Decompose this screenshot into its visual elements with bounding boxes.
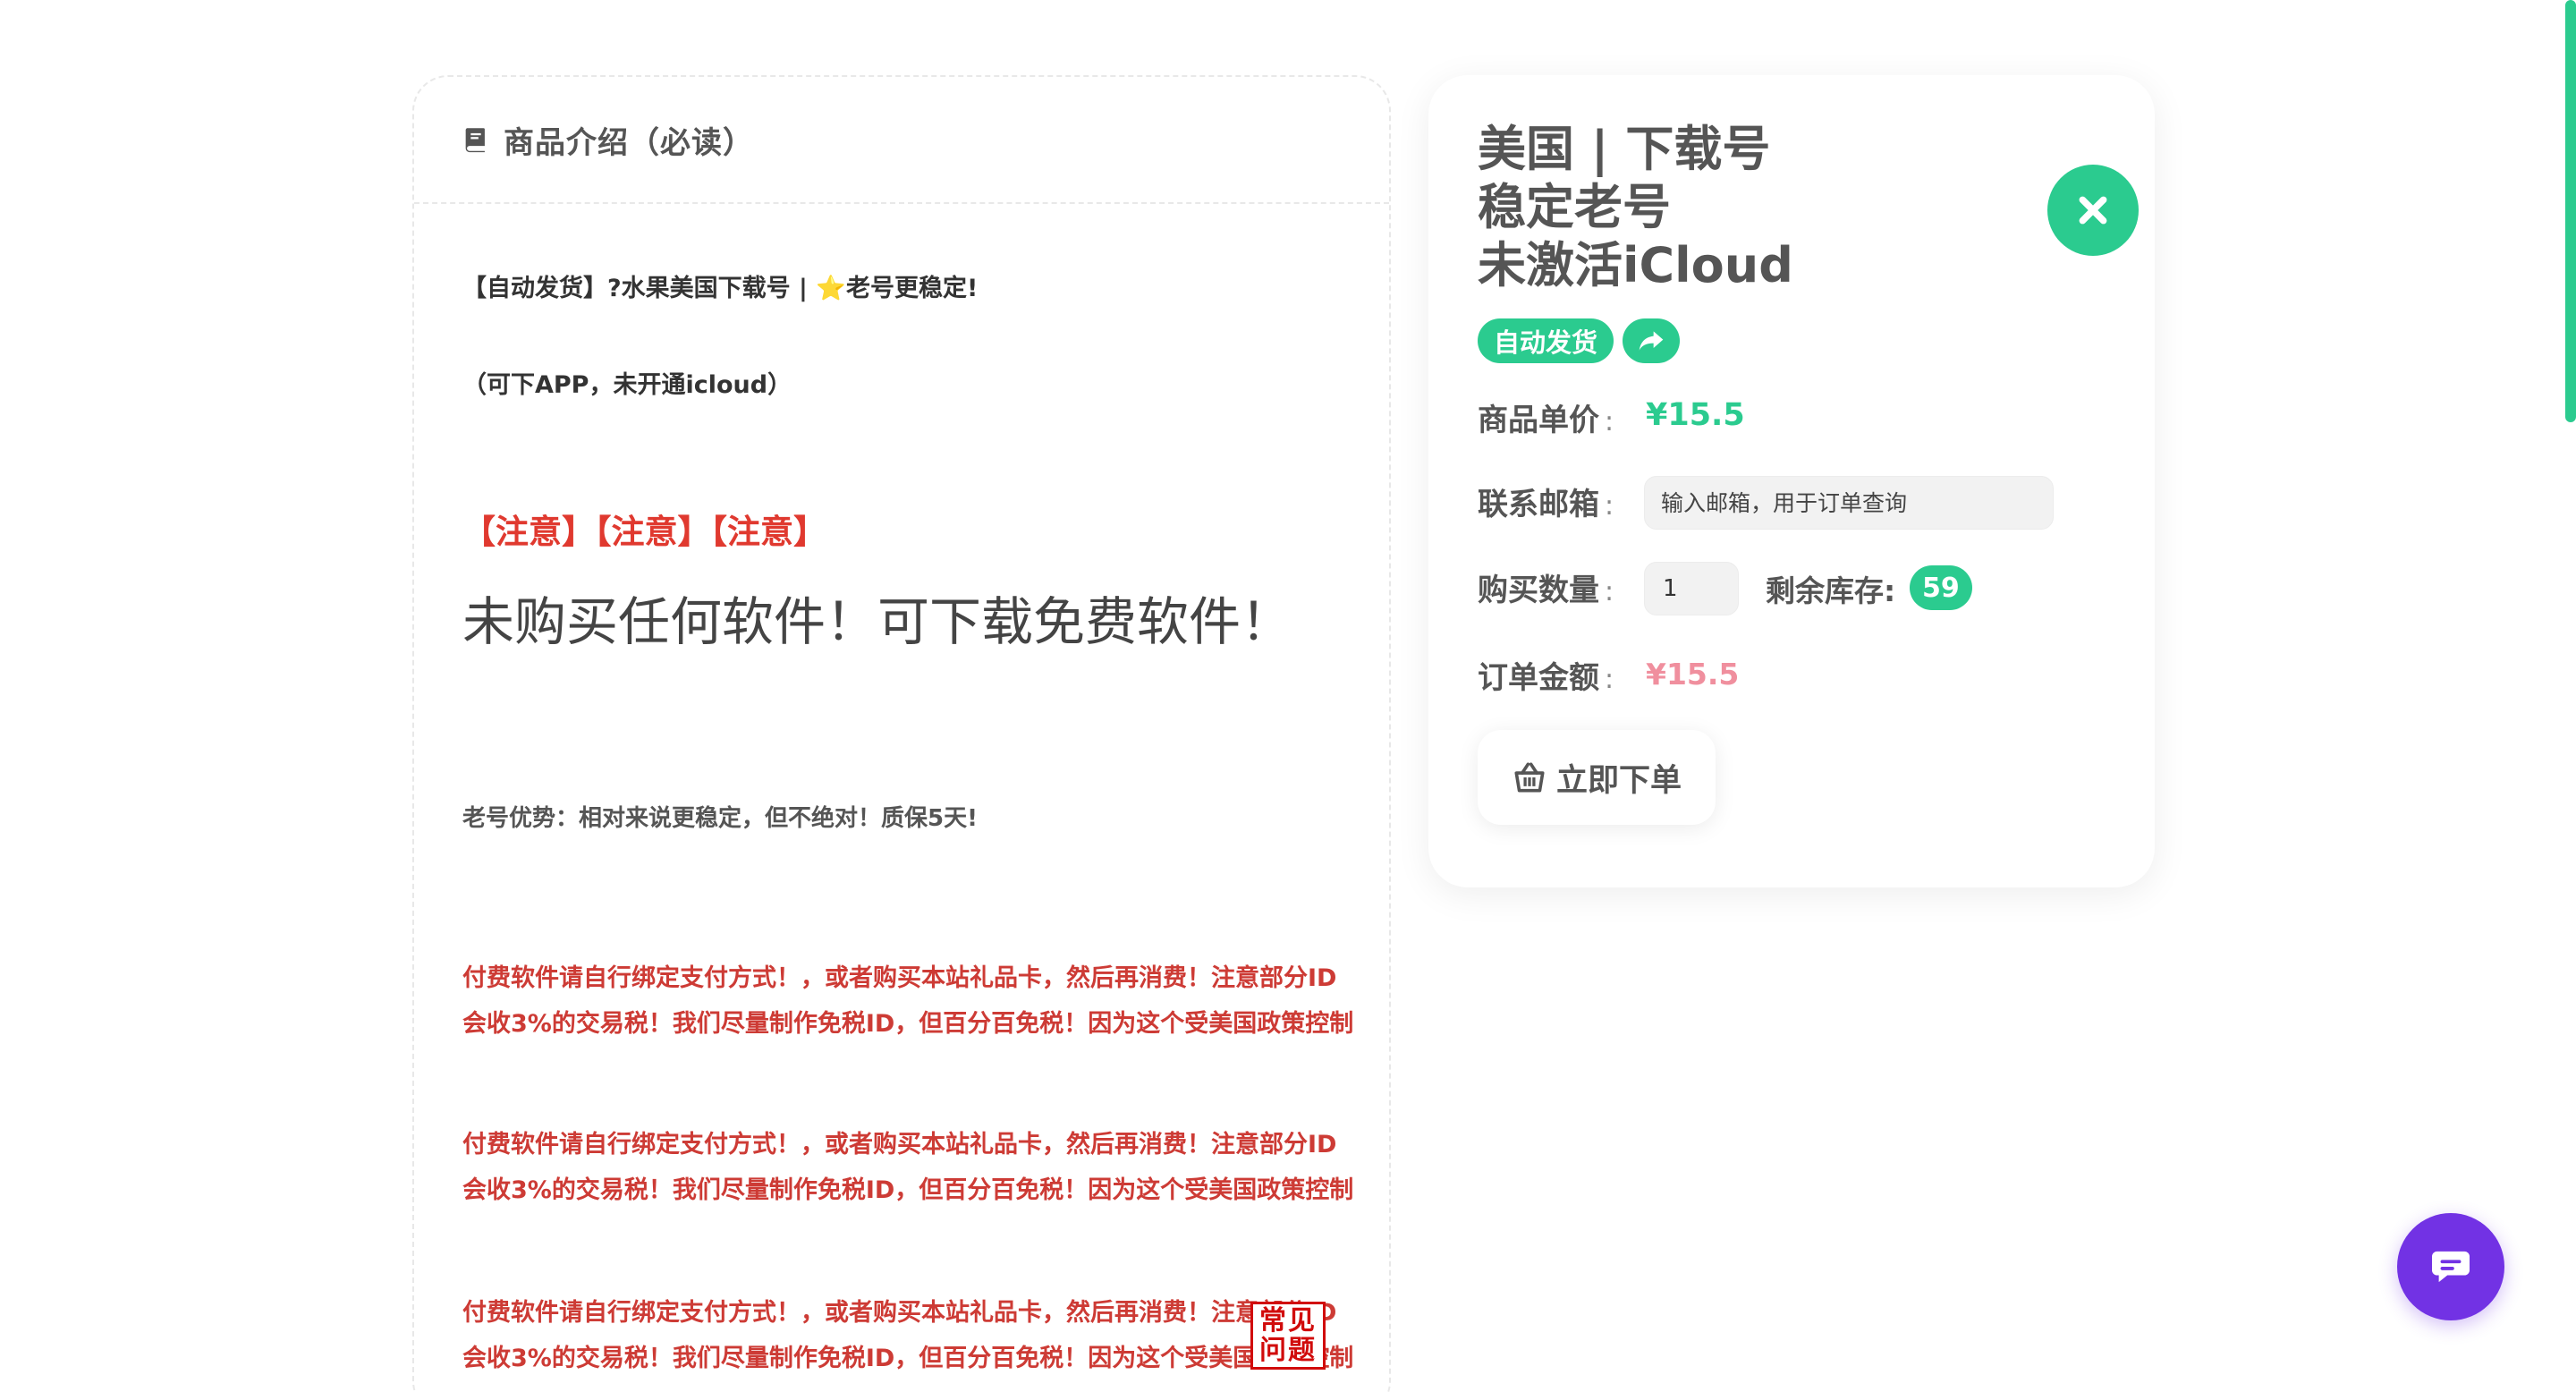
product-title: 美国 | 下载号 稳定老号 未激活iCloud	[1478, 120, 2032, 294]
description-line-1: 【自动发货】?水果美国下载号 | ⭐老号更稳定!	[462, 275, 979, 302]
quantity-field[interactable]	[1644, 562, 1739, 615]
product-title-line: 未激活iCloud	[1478, 237, 1793, 293]
quantity-label-text: 购买数量	[1478, 573, 1599, 608]
place-order-label: 立即下单	[1555, 762, 1682, 799]
email-label: 联系邮箱:	[1478, 480, 1614, 523]
scrollbar-thumb[interactable]	[2565, 0, 2576, 422]
book-icon	[465, 128, 485, 153]
quantity-label: 购买数量:	[1478, 565, 1614, 609]
stock-badge: 59	[1910, 565, 1972, 610]
unit-price: ¥15.5	[1646, 397, 1745, 433]
email-label-text: 联系邮箱	[1478, 487, 1599, 522]
label-colon: :	[1605, 406, 1614, 437]
label-colon: :	[1605, 490, 1614, 522]
purchase-card: 美国 | 下载号 稳定老号 未激活iCloud 自动发货 商品单价: ¥15.5…	[1428, 75, 2155, 887]
email-field[interactable]	[1644, 476, 2054, 530]
product-description-card: 商品介绍（必读） 【自动发货】?水果美国下载号 | ⭐老号更稳定! （可下APP…	[412, 75, 1391, 1392]
warning-paragraph: 付费软件请自行绑定支付方式！，或者购买本站礼品卡，然后再消费！注意部分ID会收3…	[462, 1299, 1354, 1372]
stock-label: 剩余库存:	[1766, 573, 1896, 608]
advantage-text: 老号优势：相对来说更稳定，但不绝对！质保5天!	[462, 805, 978, 832]
warning-paragraph: 付费软件请自行绑定支付方式！，或者购买本站礼品卡，然后再消费！注意部分ID会收3…	[462, 1131, 1354, 1204]
label-colon: :	[1605, 664, 1614, 695]
chat-button[interactable]	[2397, 1213, 2504, 1320]
order-total: ¥15.5	[1646, 657, 1740, 692]
chat-icon	[2432, 1251, 2470, 1283]
auto-delivery-tag: 自动发货	[1478, 318, 1614, 363]
notice-heading: 【注意】【注意】【注意】	[462, 513, 826, 551]
faq-stamp-button[interactable]: 常见问题	[1250, 1302, 1326, 1370]
big-notice: 未购买任何软件！可下载免费软件！	[462, 591, 1293, 652]
product-title-line: 美国 | 下载号	[1478, 121, 1771, 177]
price-label-text: 商品单价	[1478, 403, 1599, 438]
description-header: 商品介绍（必读）	[414, 77, 1389, 204]
close-icon	[2079, 196, 2107, 225]
share-icon	[1639, 331, 1664, 351]
description-title: 商品介绍（必读）	[504, 124, 754, 161]
basket-icon	[1514, 762, 1545, 793]
total-label: 订单金额:	[1478, 653, 1614, 697]
close-button[interactable]	[2047, 165, 2139, 256]
page: 商品介绍（必读） 【自动发货】?水果美国下载号 | ⭐老号更稳定! （可下APP…	[0, 0, 2576, 1392]
tag-row: 自动发货	[1478, 318, 1681, 363]
description-line-2: （可下APP，未开通icloud）	[462, 371, 792, 399]
label-colon: :	[1605, 576, 1614, 607]
total-label-text: 订单金额	[1478, 660, 1599, 696]
price-label: 商品单价:	[1478, 395, 1614, 439]
place-order-button[interactable]: 立即下单	[1478, 730, 1716, 825]
share-button[interactable]	[1623, 318, 1681, 363]
warning-paragraph: 付费软件请自行绑定支付方式！，或者购买本站礼品卡，然后再消费！注意部分ID会收3…	[462, 964, 1354, 1038]
product-title-line: 稳定老号	[1478, 179, 1671, 235]
